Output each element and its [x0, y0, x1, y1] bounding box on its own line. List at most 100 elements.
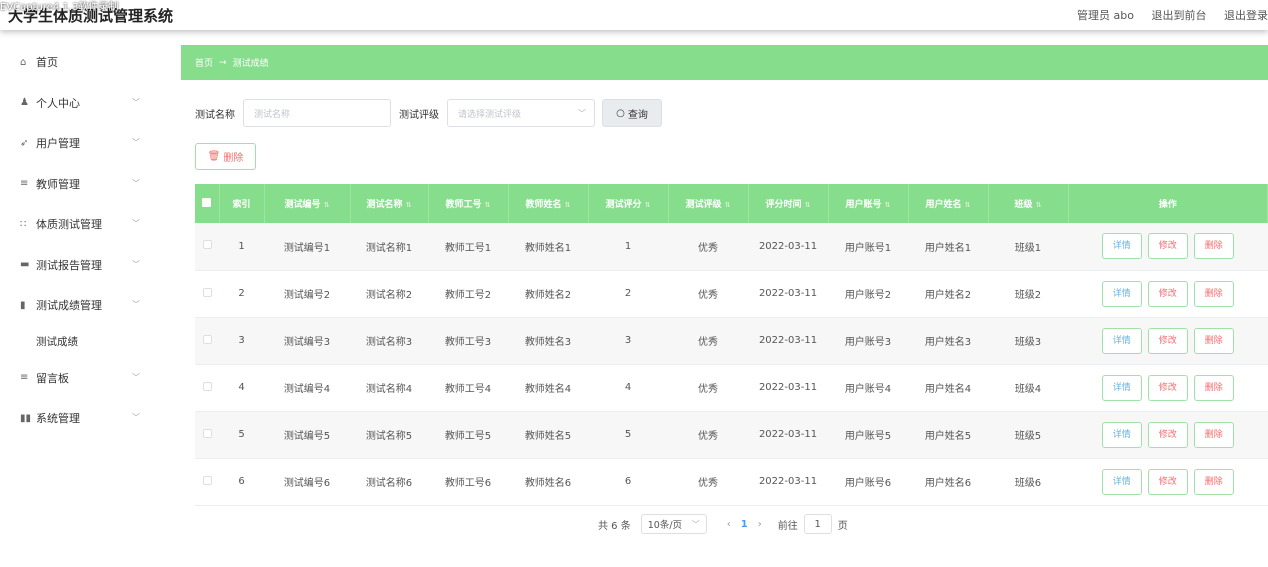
header-actions: 管理员 abo 退出到前台 退出登录 — [1063, 7, 1268, 23]
cell-name: 测试名称6 — [350, 458, 428, 506]
delete-button[interactable]: 删除 — [1193, 421, 1234, 448]
delete-button[interactable]: 删除 — [1193, 233, 1234, 260]
sidebar-item-personal-center[interactable]: ♟ 个人中心 ﹀ — [0, 83, 170, 124]
cell-level: 优秀 — [668, 411, 748, 459]
prev-page-button[interactable]: ‹ — [727, 519, 731, 530]
cell-account: 用户账号2 — [828, 270, 908, 318]
detail-button[interactable]: 详情 — [1101, 327, 1142, 354]
cell-name: 测试名称2 — [350, 270, 428, 318]
sidebar-item-fitness-test-management[interactable]: ∷ 体质测试管理 ﹀ — [0, 204, 170, 245]
row-checkbox[interactable] — [195, 223, 219, 271]
row-checkbox[interactable] — [195, 317, 219, 365]
row-checkbox[interactable] — [195, 458, 219, 506]
breadcrumb-home[interactable]: 首页 — [195, 56, 213, 69]
test-level-select[interactable]: 请选择测试评级 ﹀ — [447, 99, 595, 127]
sort-icon: ⇅ — [1035, 201, 1042, 209]
cell-name: 测试名称4 — [350, 364, 428, 412]
delete-button[interactable]: 删除 — [1193, 468, 1234, 495]
cell-tname: 教师姓名1 — [508, 223, 588, 271]
cell-score: 6 — [588, 458, 668, 506]
cell-code: 测试编号5 — [264, 411, 350, 459]
cell-idx: 4 — [219, 364, 264, 412]
test-name-input[interactable]: 测试名称 — [243, 99, 391, 127]
edit-button[interactable]: 修改 — [1147, 468, 1188, 495]
col-level[interactable]: 测试评级 ⇅ — [668, 184, 749, 223]
cell-uname: 用户姓名5 — [908, 411, 988, 459]
cell-time: 2022-03-11 — [748, 411, 828, 459]
chevron-down-icon: ﹀ — [132, 138, 140, 147]
col-teacher-id[interactable]: 教师工号 ⇅ — [428, 184, 509, 223]
page-suffix: 页 — [837, 520, 848, 532]
sidebar-item-label: 留言板 — [36, 371, 69, 385]
cell-idx: 1 — [219, 223, 264, 271]
cell-cls: 班级3 — [988, 317, 1068, 365]
sidebar-item-test-score-management[interactable]: ▮ 测试成绩管理 ﹀ — [0, 285, 170, 326]
col-user-account[interactable]: 用户账号 ⇅ — [828, 184, 909, 223]
sidebar-item-home[interactable]: ⌂ 首页 — [0, 42, 170, 83]
sidebar-item-test-report-management[interactable]: ▬ 测试报告管理 ﹀ — [0, 245, 170, 286]
sidebar-subitem-test-scores[interactable]: 测试成绩 — [0, 326, 170, 358]
query-button[interactable]: ○ 查询 — [602, 99, 662, 127]
cell-time: 2022-03-11 — [748, 364, 828, 412]
col-class[interactable]: 班级 ⇅ — [988, 184, 1069, 223]
cell-tid: 教师工号5 — [428, 411, 508, 459]
col-test-name[interactable]: 测试名称 ⇅ — [350, 184, 429, 223]
detail-button[interactable]: 详情 — [1101, 468, 1142, 495]
chevron-down-icon: ﹀ — [132, 219, 140, 228]
row-checkbox[interactable] — [195, 270, 219, 318]
col-score[interactable]: 测试评分 ⇅ — [588, 184, 669, 223]
sidebar-item-message-board[interactable]: ≡ 留言板 ﹀ — [0, 358, 170, 399]
chevron-down-icon: ﹀ — [132, 300, 140, 309]
sort-icon: ⇅ — [884, 201, 891, 209]
cell-time: 2022-03-11 — [748, 317, 828, 365]
row-checkbox[interactable] — [195, 364, 219, 412]
table-row: 6 测试编号6 测试名称6 教师工号6 教师姓名6 6 优秀 2022-03-11 用户账号6 用… — [195, 458, 1268, 506]
sidebar-item-label: 测试成绩管理 — [36, 299, 102, 313]
detail-button[interactable]: 详情 — [1101, 374, 1142, 401]
pagination: 共 6 条 10条/页 ﹀ ‹ 1 › 前往 1 页 — [598, 514, 848, 534]
frontend-link[interactable]: 退出到前台 — [1152, 9, 1207, 22]
delete-button[interactable]: 删除 — [1193, 280, 1234, 307]
col-index: 索引 — [219, 184, 265, 223]
delete-button[interactable]: 删除 — [1193, 374, 1234, 401]
cell-tname: 教师姓名2 — [508, 270, 588, 318]
goto-page-input[interactable]: 1 — [803, 514, 832, 534]
cell-tid: 教师工号6 — [428, 458, 508, 506]
edit-button[interactable]: 修改 — [1147, 421, 1188, 448]
detail-button[interactable]: 详情 — [1101, 280, 1142, 307]
detail-button[interactable]: 详情 — [1101, 233, 1142, 260]
send-icon: ➶ — [20, 137, 29, 149]
sidebar-item-system-management[interactable]: ▮▮ 系统管理 ﹀ — [0, 398, 170, 439]
delete-button[interactable]: 删除 — [1193, 327, 1234, 354]
cell-name: 测试名称3 — [350, 317, 428, 365]
sort-icon: ⇅ — [484, 201, 491, 209]
cell-uname: 用户姓名2 — [908, 270, 988, 318]
sidebar-item-teacher-management[interactable]: ≡ 教师管理 ﹀ — [0, 164, 170, 205]
cell-time: 2022-03-11 — [748, 458, 828, 506]
edit-button[interactable]: 修改 — [1147, 327, 1188, 354]
logout-link[interactable]: 退出登录 — [1224, 9, 1268, 22]
cell-score: 1 — [588, 223, 668, 271]
page-size-select[interactable]: 10条/页 ﹀ — [640, 514, 707, 534]
detail-button[interactable]: 详情 — [1101, 421, 1142, 448]
batch-delete-button[interactable]: 🗑 删除 — [195, 143, 256, 170]
col-score-time[interactable]: 评分时间 ⇅ — [748, 184, 829, 223]
col-actions: 操作 — [1068, 184, 1268, 223]
cell-account: 用户账号1 — [828, 223, 908, 271]
col-test-code[interactable]: 测试编号 ⇅ — [264, 184, 351, 223]
sidebar-item-user-management[interactable]: ➶ 用户管理 ﹀ — [0, 123, 170, 164]
select-all-checkbox[interactable] — [195, 184, 220, 223]
cell-level: 优秀 — [668, 364, 748, 412]
next-page-button[interactable]: › — [758, 519, 762, 530]
col-teacher-name[interactable]: 教师姓名 ⇅ — [508, 184, 589, 223]
cell-code: 测试编号3 — [264, 317, 350, 365]
cell-idx: 2 — [219, 270, 264, 318]
edit-button[interactable]: 修改 — [1147, 280, 1188, 307]
home-icon: ⌂ — [20, 56, 27, 68]
cell-code: 测试编号2 — [264, 270, 350, 318]
col-user-name[interactable]: 用户姓名 ⇅ — [908, 184, 989, 223]
edit-button[interactable]: 修改 — [1147, 233, 1188, 260]
row-checkbox[interactable] — [195, 411, 219, 459]
edit-button[interactable]: 修改 — [1147, 374, 1188, 401]
current-page[interactable]: 1 — [741, 519, 748, 530]
